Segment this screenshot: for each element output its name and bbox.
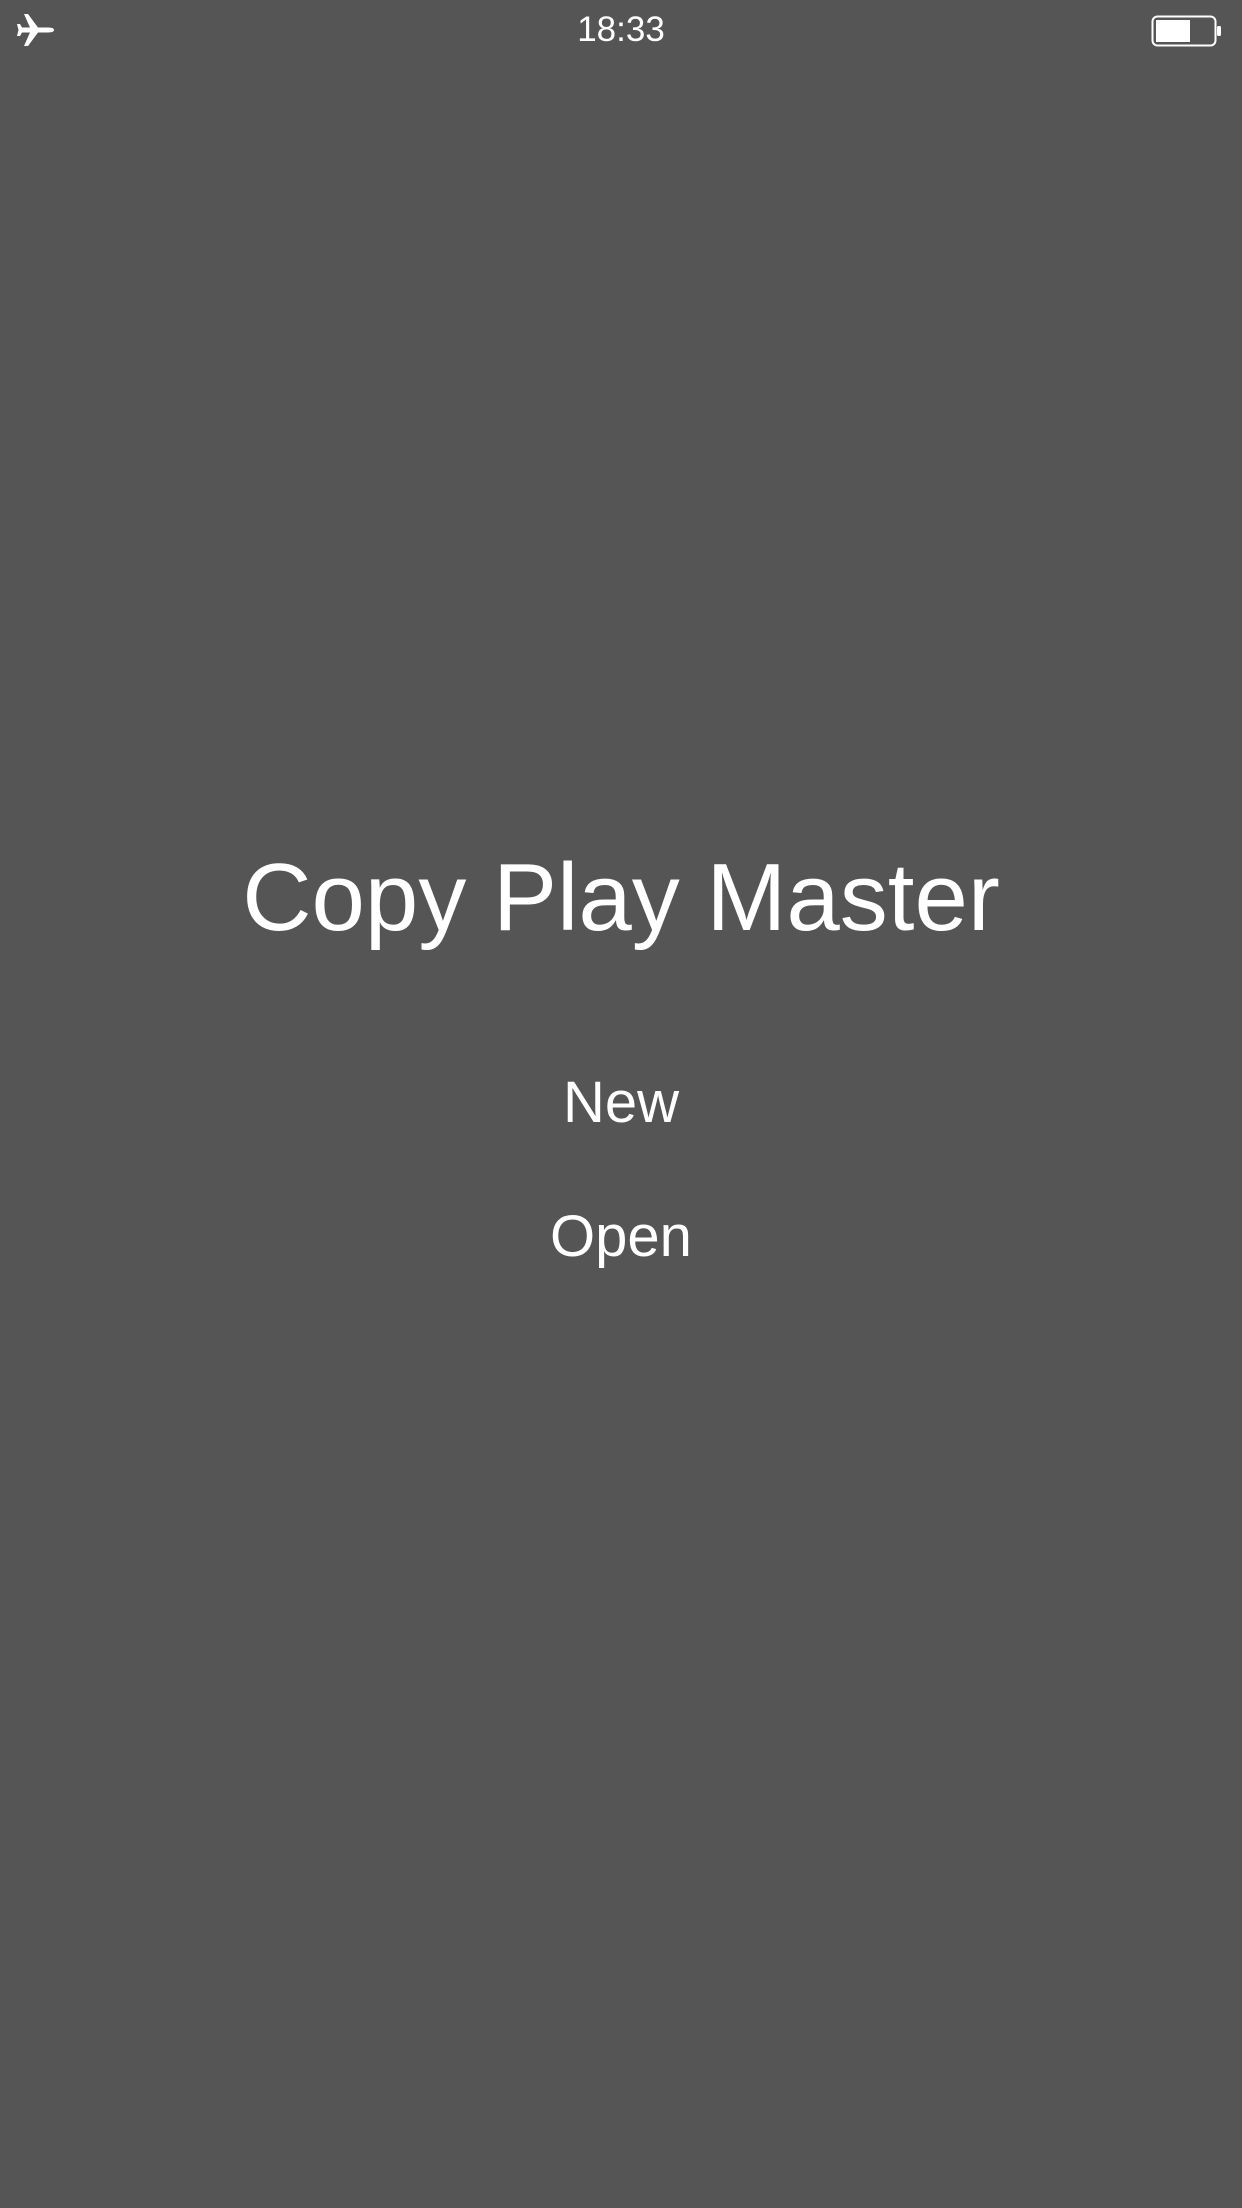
status-bar: 18:33 — [0, 0, 1242, 60]
app-title: Copy Play Master — [242, 844, 1000, 951]
battery-icon — [1151, 15, 1223, 47]
open-button[interactable]: Open — [471, 1197, 771, 1277]
screen: 18:33 Copy Play Master New Open — [0, 0, 1242, 2208]
status-time: 18:33 — [577, 10, 665, 49]
new-button[interactable]: New — [471, 1063, 771, 1143]
